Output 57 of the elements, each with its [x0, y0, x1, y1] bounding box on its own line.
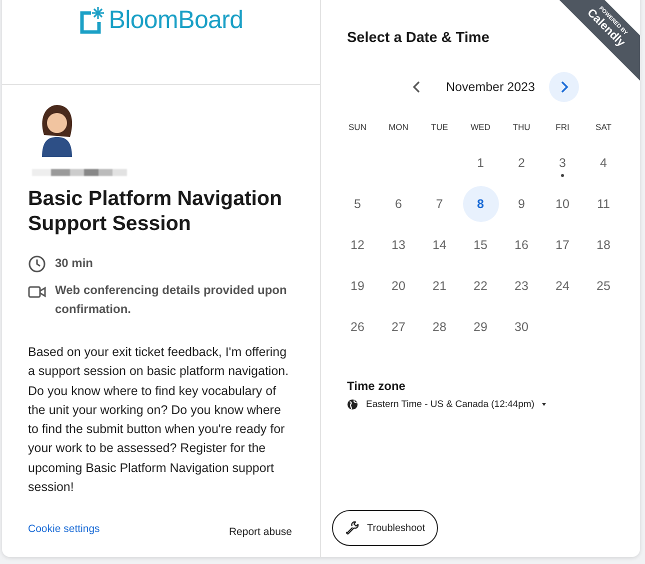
event-title: Basic Platform Navigation Support Session [28, 186, 284, 236]
calendar-day[interactable]: 25 [586, 268, 622, 304]
event-duration: 30 min [55, 255, 94, 272]
calendar-day[interactable]: 20 [380, 268, 416, 304]
calendar-day[interactable]: 15 [462, 226, 498, 262]
calendar-day[interactable]: 30 [504, 308, 540, 344]
weekday-label: SUN [348, 122, 368, 132]
event-description: Based on your exit ticket feedback, I'm offering a support session on basic platform navigation. Do you know where to find key vocabulary of the unit your working on? Do you know where to find the submit button when you're ready for your work to be assessed? Register for the upcoming Basic Platform Navigation support session! [28, 344, 290, 496]
event-location: Web conferencing details provided upon confirmation. [55, 282, 288, 318]
calendar-day[interactable]: 27 [380, 308, 416, 344]
calendar-day[interactable]: 4 [586, 144, 622, 180]
calendar-day[interactable]: 8 [462, 186, 498, 222]
logo-icon [78, 5, 105, 35]
weekday-label: FRI [554, 122, 570, 132]
wrench-icon [345, 521, 359, 535]
calendar-day[interactable]: 7 [422, 186, 458, 222]
calendar-day[interactable]: 5 [340, 186, 376, 222]
calendar-day[interactable]: 26 [340, 308, 376, 344]
chevron-left-icon [412, 81, 422, 93]
next-month-button[interactable] [548, 72, 579, 102]
clock-icon [28, 255, 46, 273]
calendar-day[interactable]: 1 [462, 144, 498, 180]
weekday-label: WED [470, 122, 492, 132]
weekday-label: TUE [430, 122, 449, 132]
calendar-day[interactable]: 23 [504, 268, 540, 304]
calendar-day[interactable]: 16 [504, 226, 540, 262]
calendar-day[interactable]: 11 [586, 186, 622, 222]
calendar-day[interactable]: 14 [422, 226, 458, 262]
calendar-day[interactable]: 24 [544, 268, 580, 304]
calendar-day[interactable]: 12 [340, 226, 376, 262]
report-abuse-link[interactable]: Report abuse [228, 526, 292, 538]
calendar-day[interactable]: 29 [462, 308, 498, 344]
chevron-right-icon [558, 81, 569, 93]
calendar-day[interactable]: 9 [504, 186, 540, 222]
calendar-day[interactable]: 3 [544, 144, 580, 180]
calendar-day[interactable]: 28 [422, 308, 458, 344]
timezone-label: Time zone [347, 379, 406, 393]
globe-icon [347, 399, 358, 410]
weekday-label: MON [388, 122, 410, 132]
calendar-day[interactable]: 18 [586, 226, 622, 262]
video-camera-icon [28, 285, 46, 299]
calendar-day[interactable]: 19 [340, 268, 376, 304]
calendar-day[interactable]: 22 [462, 268, 498, 304]
calendar-day[interactable]: 21 [422, 268, 458, 304]
weekday-label: THU [512, 122, 532, 132]
picker-title: Select a Date & Time [347, 30, 490, 46]
weekday-label: SAT [594, 122, 612, 132]
cookie-settings-link[interactable]: Cookie settings [28, 522, 100, 535]
logo-text: BloomBoard [108, 6, 244, 34]
month-label: November 2023 [446, 80, 535, 94]
calendar-day[interactable]: 17 [544, 226, 580, 262]
calendar-day[interactable]: 13 [380, 226, 416, 262]
calendar-day[interactable]: 10 [544, 186, 580, 222]
calendar-day[interactable]: 2 [504, 144, 540, 180]
calendar-day[interactable]: 6 [380, 186, 416, 222]
troubleshoot-button[interactable]: Troubleshoot [332, 510, 438, 546]
timezone-dropdown[interactable]: Eastern Time - US & Canada (12:44pm) [347, 399, 546, 410]
